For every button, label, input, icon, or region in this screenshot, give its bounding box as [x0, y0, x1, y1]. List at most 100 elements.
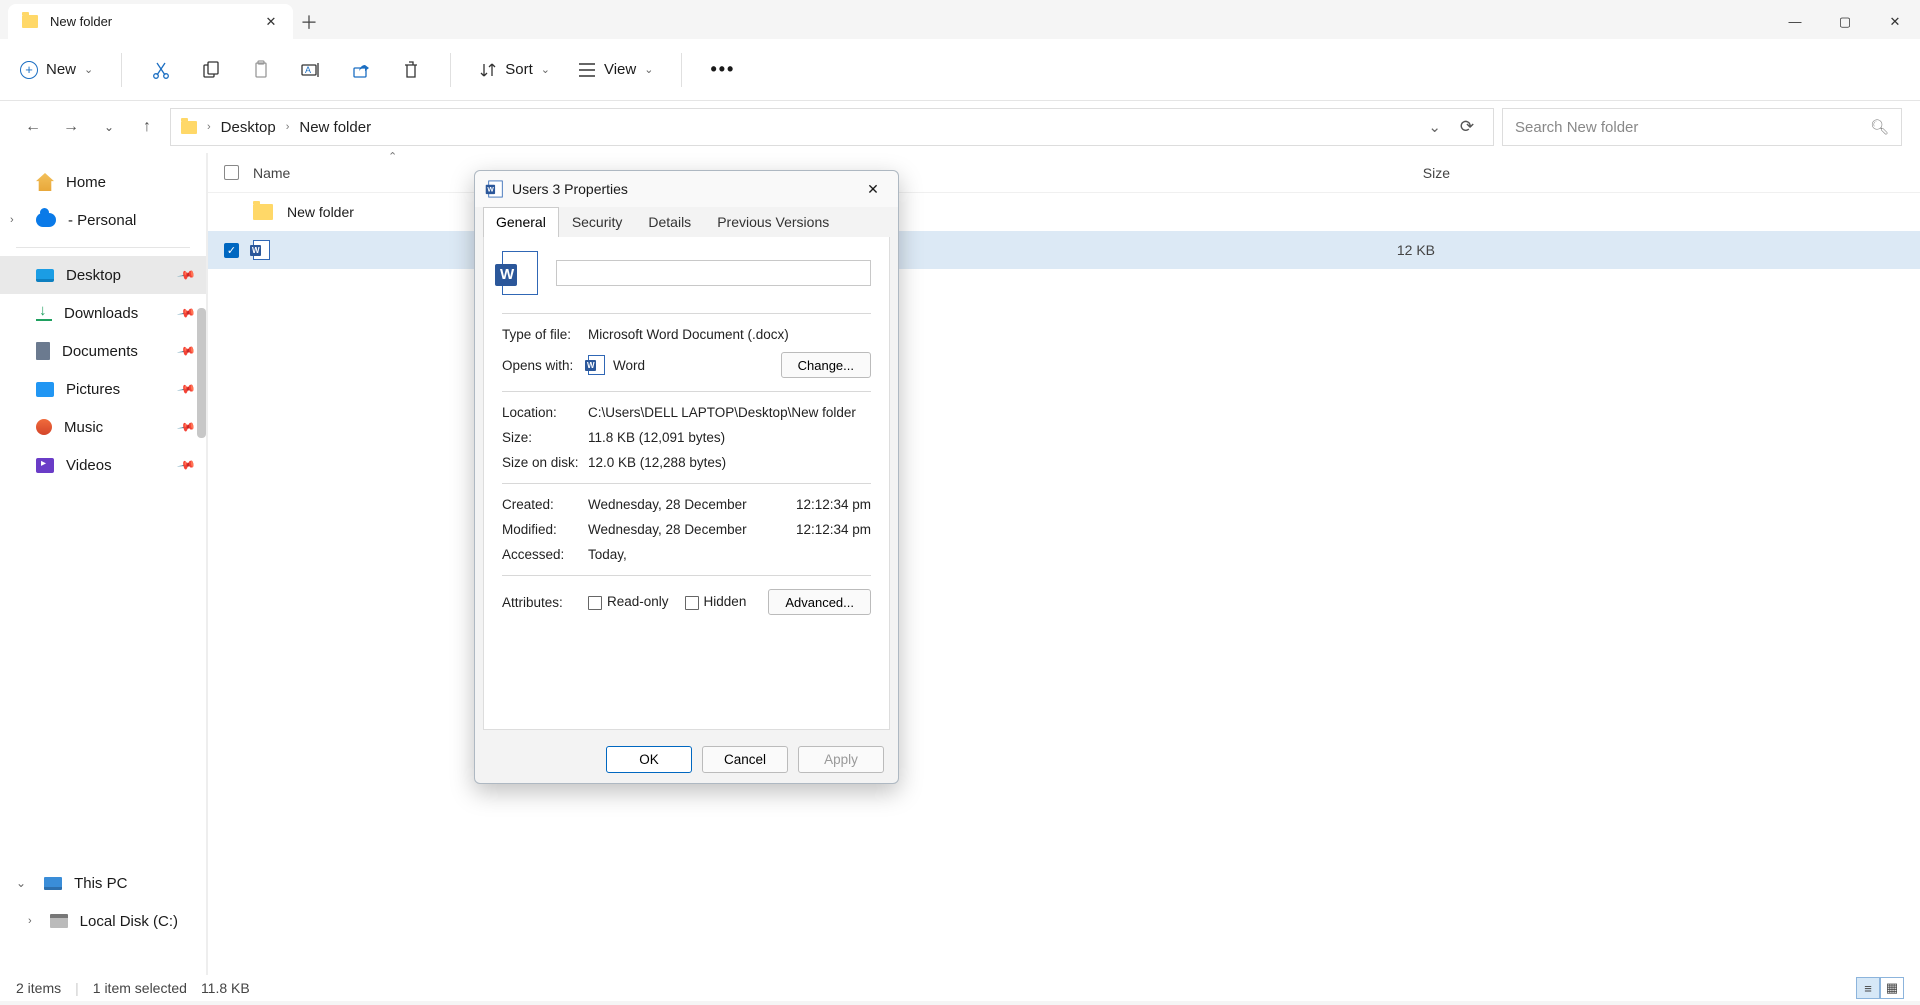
label-size: Size:: [502, 430, 588, 445]
folder-icon: [22, 15, 38, 28]
sort-label: Sort: [505, 61, 533, 78]
maximize-button[interactable]: ▢: [1820, 4, 1870, 39]
sidebar-item-documents[interactable]: Documents 📌: [0, 332, 206, 370]
address-dropdown[interactable]: ⌄: [1428, 118, 1441, 136]
main: Home › - Personal Desktop 📌 Downloads 📌 …: [0, 153, 1920, 975]
desktop-icon: [36, 269, 54, 282]
value-modified-date: Wednesday, 28 December: [588, 522, 747, 537]
chevron-right-icon[interactable]: ›: [28, 915, 32, 927]
sidebar-item-personal[interactable]: › - Personal: [0, 201, 206, 239]
videos-icon: [36, 458, 54, 473]
file-size: 12 KB: [1397, 242, 1435, 258]
select-all-checkbox[interactable]: [224, 165, 239, 180]
hidden-checkbox[interactable]: Hidden: [685, 594, 747, 609]
toolbar: + New ⌄ A Sort ⌄ View ⌄ •••: [0, 39, 1920, 101]
file-pane: ⌃ Name Size New folder ✓ oc... 12 KB: [208, 153, 1920, 975]
separator: |: [75, 980, 79, 996]
sidebar-item-music[interactable]: Music 📌: [0, 408, 206, 446]
sidebar-label: This PC: [74, 875, 127, 892]
row-checkbox[interactable]: ✓: [224, 243, 239, 258]
tab-details[interactable]: Details: [635, 207, 704, 237]
dialog-close-button[interactable]: ✕: [860, 176, 886, 202]
value-location: C:\Users\DELL LAPTOP\Desktop\New folder: [588, 405, 871, 420]
breadcrumb-segment[interactable]: New folder: [299, 119, 371, 136]
value-size: 11.8 KB (12,091 bytes): [588, 430, 871, 445]
titlebar: New folder ✕ ＋ — ▢ ✕: [0, 0, 1920, 39]
tab-title: New folder: [50, 14, 112, 29]
tab-security[interactable]: Security: [559, 207, 636, 237]
apply-button[interactable]: Apply: [798, 746, 884, 773]
column-size[interactable]: Size: [1423, 165, 1450, 181]
change-button[interactable]: Change...: [781, 352, 871, 378]
more-button[interactable]: •••: [710, 59, 735, 80]
chevron-right-icon[interactable]: ›: [10, 214, 14, 226]
statusbar: 2 items | 1 item selected 11.8 KB ≡ ▦: [0, 975, 1920, 1001]
minimize-button[interactable]: —: [1770, 4, 1820, 39]
value-sizedisk: 12.0 KB (12,288 bytes): [588, 455, 871, 470]
sidebar-item-home[interactable]: Home: [0, 163, 206, 201]
value-opens: Word: [613, 358, 645, 373]
cancel-button[interactable]: Cancel: [702, 746, 788, 773]
filename-input[interactable]: [556, 260, 871, 286]
window-tab[interactable]: New folder ✕: [8, 4, 293, 39]
value-modified-time: 12:12:34 pm: [796, 522, 871, 537]
chevron-down-icon[interactable]: ⌄: [16, 876, 26, 890]
pin-icon: 📌: [176, 455, 196, 475]
forward-button[interactable]: →: [56, 112, 86, 142]
details-view-button[interactable]: ≡: [1856, 977, 1880, 999]
tab-close-button[interactable]: ✕: [263, 14, 279, 30]
new-tab-button[interactable]: ＋: [293, 4, 325, 39]
separator: [121, 53, 122, 87]
rename-icon[interactable]: A: [300, 59, 322, 81]
cut-icon[interactable]: [150, 59, 172, 81]
sort-button[interactable]: Sort ⌄: [479, 61, 550, 79]
file-row-folder[interactable]: New folder: [208, 193, 1920, 231]
copy-icon[interactable]: [200, 59, 222, 81]
back-button[interactable]: ←: [18, 112, 48, 142]
dialog-tabs: General Security Details Previous Versio…: [475, 207, 898, 237]
documents-icon: [36, 342, 50, 360]
paste-icon[interactable]: [250, 59, 272, 81]
file-row-document[interactable]: ✓ oc... 12 KB: [208, 231, 1920, 269]
sidebar-item-downloads[interactable]: Downloads 📌: [0, 294, 206, 332]
pin-icon: 📌: [176, 265, 196, 285]
sidebar-item-localdisk[interactable]: › Local Disk (C:): [0, 902, 206, 940]
chevron-right-icon: ›: [207, 121, 211, 133]
view-button[interactable]: View ⌄: [578, 61, 653, 78]
up-button[interactable]: ↑: [132, 112, 162, 142]
tab-previous-versions[interactable]: Previous Versions: [704, 207, 842, 237]
search-input[interactable]: Search New folder 🔍︎: [1502, 108, 1902, 146]
window-close-button[interactable]: ✕: [1870, 4, 1920, 39]
separator: [16, 247, 190, 248]
label-modified: Modified:: [502, 522, 588, 537]
onedrive-icon: [36, 213, 56, 227]
word-icon: [588, 355, 605, 375]
recent-button[interactable]: ⌄: [94, 112, 124, 142]
share-icon[interactable]: [350, 59, 372, 81]
readonly-checkbox[interactable]: Read-only: [588, 594, 669, 609]
sidebar-label: Desktop: [66, 267, 121, 284]
word-icon-large: [502, 251, 538, 295]
word-icon: [253, 240, 270, 260]
sidebar-item-desktop[interactable]: Desktop 📌: [0, 256, 206, 294]
value-type: Microsoft Word Document (.docx): [588, 327, 871, 342]
sidebar-item-thispc[interactable]: ⌄ This PC: [0, 864, 206, 902]
search-icon: 🔍︎: [1870, 118, 1889, 136]
breadcrumb-segment[interactable]: Desktop: [221, 119, 276, 136]
dialog-titlebar[interactable]: Users 3 Properties ✕: [475, 171, 898, 207]
pin-icon: 📌: [176, 417, 196, 437]
delete-icon[interactable]: [400, 59, 422, 81]
new-button[interactable]: + New ⌄: [20, 61, 93, 79]
refresh-button[interactable]: ⟳: [1451, 117, 1483, 137]
sidebar-item-pictures[interactable]: Pictures 📌: [0, 370, 206, 408]
value-accessed: Today,: [588, 547, 871, 562]
address-bar[interactable]: › Desktop › New folder ⌄ ⟳: [170, 108, 1494, 146]
advanced-button[interactable]: Advanced...: [768, 589, 871, 615]
new-label: New: [46, 61, 76, 78]
grid-view-button[interactable]: ▦: [1880, 977, 1904, 999]
scrollbar[interactable]: [197, 308, 206, 438]
sidebar-item-videos[interactable]: Videos 📌: [0, 446, 206, 484]
tab-general[interactable]: General: [483, 207, 559, 237]
svg-text:A: A: [305, 65, 311, 75]
ok-button[interactable]: OK: [606, 746, 692, 773]
